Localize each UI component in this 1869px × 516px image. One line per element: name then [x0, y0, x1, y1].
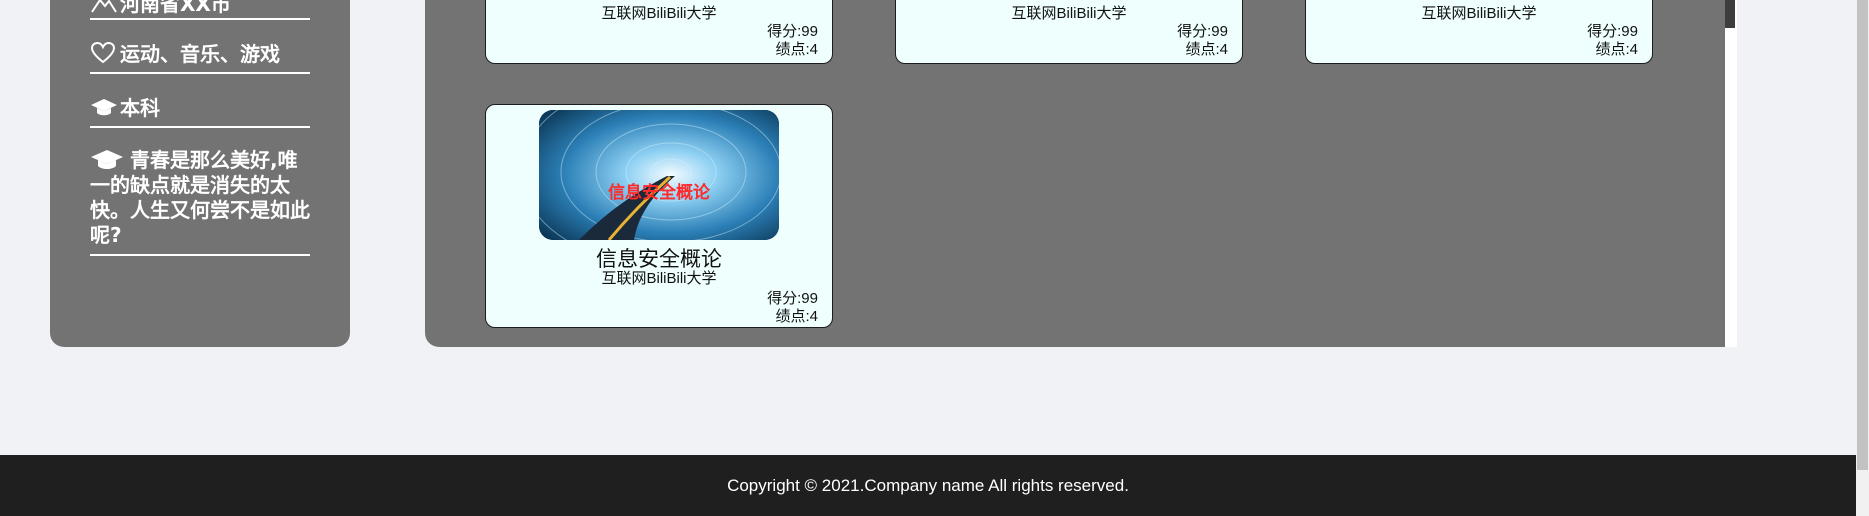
course-card[interactable]: 互联网BiliBili大学 得分:99 绩点:4 — [895, 0, 1243, 64]
course-panel-scroll-thumb[interactable] — [1725, 0, 1735, 28]
course-gpa: 绩点:4 — [775, 308, 818, 325]
graduation-cap-icon — [90, 96, 120, 118]
copyright-text: Copyright © 2021.Company name All rights… — [727, 476, 1129, 495]
course-card[interactable]: 信息安全概论 信息安全概论 互联网BiliBili大学 得分:99 绩点:4 — [485, 104, 833, 328]
tunnel-image — [539, 110, 779, 240]
course-card[interactable]: 互联网BiliBili大学 得分:99 绩点:4 — [1305, 0, 1653, 64]
location-row: 河南省XX市 — [90, 0, 310, 20]
course-gpa: 绩点:4 — [775, 41, 818, 58]
course-panel: 互联网BiliBili大学 得分:99 绩点:4 互联网BiliBili大学 得… — [425, 0, 1737, 347]
course-gpa: 绩点:4 — [1595, 41, 1638, 58]
page-scrollbar[interactable] — [1856, 0, 1869, 516]
thumbnail-caption: 信息安全概论 — [608, 183, 710, 202]
page-scroll-thumb[interactable] — [1857, 0, 1868, 470]
course-gpa: 绩点:4 — [1185, 41, 1228, 58]
course-university: 互联网BiliBili大学 — [601, 270, 717, 287]
page-footer: Copyright © 2021.Company name All rights… — [0, 455, 1856, 516]
hobbies-row: 运动、音乐、游戏 — [90, 42, 310, 74]
profile-sidebar: 河南省XX市 运动、音乐、游戏 本科 青春是那么美好,唯一的缺点就是消失的太快。… — [50, 0, 350, 347]
course-panel-scrollbar[interactable] — [1725, 0, 1737, 347]
graduation-cap-icon — [90, 148, 130, 173]
course-thumbnail[interactable]: 信息安全概论 — [539, 110, 779, 240]
education-row: 本科 — [90, 96, 310, 128]
heart-icon — [90, 42, 120, 64]
mountain-icon — [90, 0, 120, 14]
education-text: 本科 — [120, 96, 160, 120]
location-text: 河南省XX市 — [120, 0, 231, 16]
course-card[interactable]: 互联网BiliBili大学 得分:99 绩点:4 — [485, 0, 833, 64]
hobbies-text: 运动、音乐、游戏 — [120, 42, 280, 66]
motto-row: 青春是那么美好,唯一的缺点就是消失的太快。人生又何尝不是如此呢? — [90, 148, 310, 256]
